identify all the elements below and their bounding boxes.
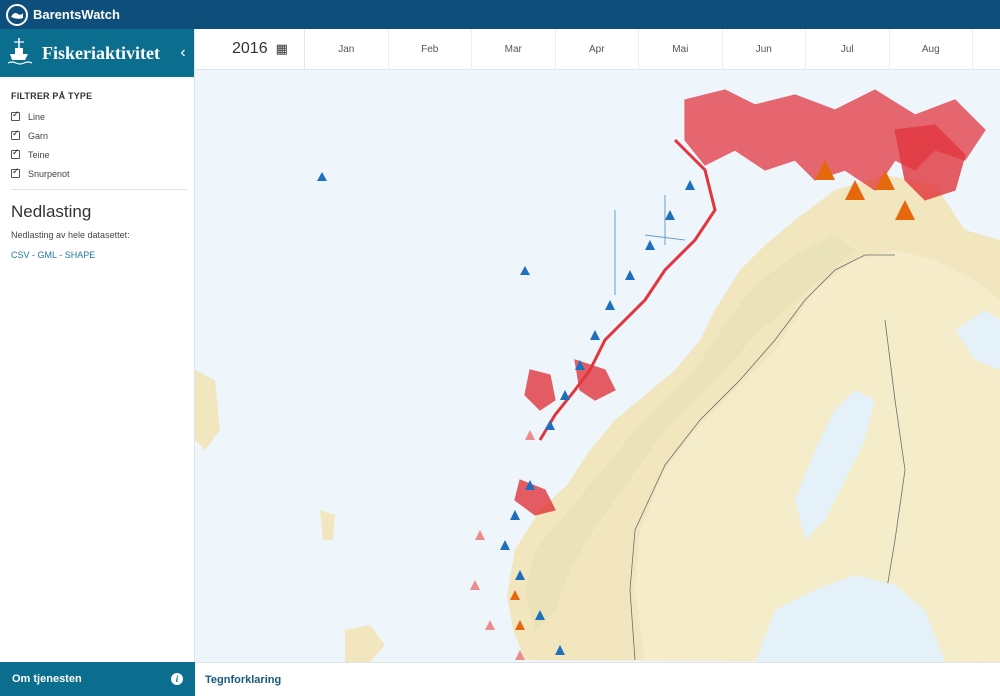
brand-name[interactable]: BarentsWatch [33,7,120,22]
month-list: Jan Feb Mar Apr Mai Jun Jul Aug [305,28,1000,70]
info-icon[interactable]: i [171,673,183,685]
filter-list: Line Garn Teine Snurpenot [11,107,184,183]
barentswatch-logo-icon[interactable] [6,3,28,26]
filter-line-label: Line [28,111,46,122]
month-mai[interactable]: Mai [639,28,723,70]
download-links: CSV - GML - SHAPE [11,250,96,260]
filter-garn-checkbox[interactable] [11,129,20,140]
filter-teine[interactable]: Teine [11,145,184,164]
sidebar: Fiskeriaktivitet ‹ FILTRER PÅ TYPE Line … [0,29,195,696]
sidebar-body: FILTRER PÅ TYPE Line Garn Teine Snurpeno… [0,77,194,260]
fishing-activity-map[interactable] [195,70,1000,662]
britain-coast [345,625,385,662]
month-mar[interactable]: Mar [472,28,556,70]
filter-teine-label: Teine [28,149,50,160]
download-shape-link[interactable]: SHAPE [65,250,96,260]
year-value: 2016 [232,40,268,57]
download-csv-link[interactable]: CSV [11,250,30,260]
page-title: Fiskeriaktivitet [42,42,160,63]
filter-snurpenot-label: Snurpenot [28,168,70,179]
month-jan[interactable]: Jan [305,28,389,70]
divider [11,189,187,190]
filter-garn-label: Garn [28,130,49,141]
filter-snurpenot[interactable]: Snurpenot [11,164,184,183]
fishing-boat-icon [6,36,33,71]
calendar-icon[interactable]: ▦ [276,42,288,57]
month-apr[interactable]: Apr [556,28,639,70]
timeline: 2016 ▦ Jan Feb Mar Apr Mai Jun Jul Aug [195,28,1000,70]
filter-teine-checkbox[interactable] [11,148,20,159]
download-title: Nedlasting [11,202,92,221]
about-service-button[interactable]: Om tjenesten i [0,662,195,696]
month-jul[interactable]: Jul [806,28,890,70]
month-aug[interactable]: Aug [890,28,973,70]
shetland [320,510,335,540]
download-subtitle: Nedlasting av hele datasettet: [11,230,130,240]
sidebar-header: Fiskeriaktivitet ‹ [0,29,194,77]
filter-snurpenot-checkbox[interactable] [11,167,20,178]
year-selector[interactable]: 2016 ▦ [195,28,305,70]
month-jun[interactable]: Jun [723,28,806,70]
download-gml-link[interactable]: GML [38,250,57,260]
legend-bar[interactable]: Tegnforklaring [195,662,1000,696]
filter-garn[interactable]: Garn [11,126,184,145]
top-bar: BarentsWatch [0,0,1000,29]
faroe-islands [195,370,220,450]
filter-line-checkbox[interactable] [11,110,20,121]
legend-label[interactable]: Tegnforklaring [205,674,281,686]
about-service-label: Om tjenesten [12,673,82,685]
filter-title: FILTRER PÅ TYPE [11,91,93,101]
map-canvas[interactable] [195,70,1000,662]
filter-line[interactable]: Line [11,107,184,126]
collapse-sidebar-icon[interactable]: ‹ [172,44,194,62]
month-feb[interactable]: Feb [389,28,472,70]
